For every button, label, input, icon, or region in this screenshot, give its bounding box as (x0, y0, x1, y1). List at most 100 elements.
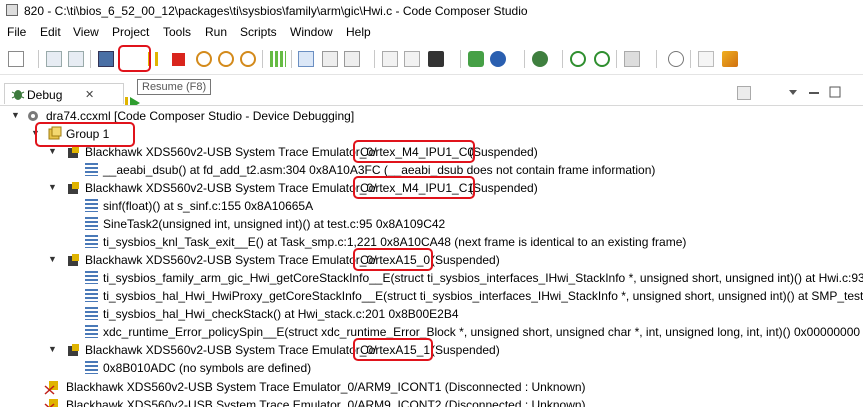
stack-frame-label: ti_sysbios_knl_Task_exit__E() at Task_sm… (103, 235, 687, 249)
stack-frame-label: __aeabi_dsub() at fd_add_t2.asm:304 0x8A… (103, 163, 656, 177)
toolbar-separator (690, 50, 691, 68)
menu-run[interactable]: Run (205, 25, 227, 39)
menu-project[interactable]: Project (112, 25, 149, 39)
external-tools-icon[interactable] (722, 51, 738, 67)
debug-tab[interactable]: Debug ✕ (4, 83, 124, 104)
debug-tab-label: Debug (27, 88, 63, 102)
stack-frame-row[interactable]: ti_sysbios_family_arm_gic_Hwi_getCoreSta… (0, 269, 863, 287)
expand-arrow-icon[interactable]: ▼ (48, 254, 57, 264)
stack-frame-icon (85, 271, 98, 284)
expand-arrow-icon[interactable]: ▼ (48, 182, 57, 192)
save-all-icon[interactable] (68, 51, 84, 67)
breakpoint-icon[interactable] (382, 51, 398, 67)
build-icon[interactable] (468, 51, 484, 67)
chip-icon[interactable] (428, 51, 444, 67)
cpu-suspended-icon (68, 344, 79, 356)
expand-arrow-icon[interactable]: ▼ (11, 110, 20, 120)
new-icon[interactable] (8, 51, 24, 67)
stack-frame-row[interactable]: ti_sysbios_hal_Hwi_HwiProxy_getCoreStack… (0, 287, 863, 305)
toolbar-separator (656, 50, 657, 68)
resume-button-highlight (118, 45, 151, 72)
core-state: (Suspended) (431, 343, 500, 357)
stack-frame-row[interactable]: ti_sysbios_knl_Task_exit__E() at Task_sm… (0, 233, 863, 251)
toolbar-separator (460, 50, 461, 68)
stack-frame-row[interactable]: sinf(float)() at s_sinf.c:155 0x8A10665A (0, 197, 863, 215)
maximize-icon[interactable] (828, 85, 842, 99)
pin-icon[interactable] (698, 51, 714, 67)
bug-icon (11, 90, 25, 100)
hw-breakpoint-icon[interactable] (404, 51, 420, 67)
core-state: (Suspended) (469, 181, 538, 195)
cpu-suspended-icon (68, 254, 79, 266)
skip-icon[interactable] (668, 51, 684, 67)
tools-icon[interactable] (624, 51, 640, 67)
stack-frame-row[interactable]: SineTask2(unsigned int, unsigned int)() … (0, 215, 863, 233)
toolbar-separator (291, 50, 292, 68)
step-return-icon[interactable] (240, 51, 256, 67)
memory-icon[interactable] (322, 51, 338, 67)
toolbar-separator (374, 50, 375, 68)
stack-frame-row[interactable]: ti_sysbios_hal_Hwi_checkStack() at Hwi_s… (0, 305, 863, 323)
toolbar-separator (562, 50, 563, 68)
step-over-icon[interactable] (218, 51, 234, 67)
terminate-icon[interactable] (172, 53, 185, 66)
core-highlight (353, 338, 433, 361)
toolbar-separator (90, 50, 91, 68)
step-into-icon[interactable] (196, 51, 212, 67)
expand-arrow-icon[interactable]: ▼ (48, 344, 57, 354)
disconnected-core-row[interactable]: Blackhawk XDS560v2-USB System Trace Emul… (0, 396, 863, 407)
expand-arrow-icon[interactable]: ▼ (48, 146, 57, 156)
minimize-icon[interactable] (807, 87, 821, 99)
menu-window[interactable]: Window (290, 25, 333, 39)
core-prefix: Blackhawk XDS560v2-USB System Trace Emul… (85, 181, 377, 195)
stack-frame-row[interactable]: 0x8B010ADC (no symbols are defined) (0, 359, 863, 377)
cpu-suspended-icon (68, 182, 79, 194)
core-state: (Suspended) (469, 145, 538, 159)
stack-frame-icon (85, 325, 98, 338)
core-highlight (353, 176, 475, 199)
stack-frame-icon (85, 163, 98, 176)
debug-launch-icon[interactable] (532, 51, 548, 67)
root-label: dra74.ccxml [Code Composer Studio - Devi… (46, 109, 355, 123)
menu-scripts[interactable]: Scripts (240, 25, 277, 39)
menu-help[interactable]: Help (346, 25, 371, 39)
view-menu-icon[interactable] (786, 87, 800, 99)
core-prefix: Blackhawk XDS560v2-USB System Trace Emul… (85, 253, 377, 267)
connect-target-icon[interactable] (298, 51, 314, 67)
menu-view[interactable]: View (73, 25, 99, 39)
disconnected-core-row[interactable]: Blackhawk XDS560v2-USB System Trace Emul… (0, 378, 863, 396)
app-icon (6, 4, 18, 16)
core-prefix: Blackhawk XDS560v2-USB System Trace Emul… (85, 145, 377, 159)
stack-frame-label: SineTask2(unsigned int, unsigned int)() … (103, 217, 446, 231)
reload-icon[interactable] (594, 51, 610, 67)
cpu-suspended-icon (68, 146, 79, 158)
stack-frame-row[interactable]: xdc_runtime_Error_policySpin__E(struct x… (0, 323, 863, 341)
remove-terminated-icon[interactable] (737, 86, 751, 100)
stack-frame-icon (85, 307, 98, 320)
title-bar: 820 - C:\ti\bios_6_52_00_12\packages\ti\… (0, 0, 863, 22)
debug-icon[interactable] (490, 51, 506, 67)
toolbar-separator (616, 50, 617, 68)
toolbar-separator (38, 50, 39, 68)
config-icon (28, 111, 38, 121)
toolbar-separator (524, 50, 525, 68)
stack-frame-icon (85, 199, 98, 212)
menu-file[interactable]: File (7, 25, 26, 39)
menu-tools[interactable]: Tools (163, 25, 191, 39)
refresh-icon[interactable] (570, 51, 586, 67)
console-icon[interactable] (98, 51, 114, 67)
load-program-icon[interactable] (344, 51, 360, 67)
stack-frame-icon (85, 289, 98, 302)
stack-frame-label: ti_sysbios_hal_Hwi_checkStack() at Hwi_s… (103, 307, 459, 321)
stack-frame-label: 0x8B010ADC (no symbols are defined) (103, 361, 312, 375)
close-icon[interactable]: ✕ (85, 88, 94, 101)
core-highlight (353, 248, 433, 271)
stack-frame-icon (85, 361, 98, 374)
core-highlight (353, 140, 475, 163)
registers-icon[interactable] (270, 51, 286, 67)
core-prefix: Blackhawk XDS560v2-USB System Trace Emul… (85, 343, 377, 357)
core-state: (Suspended) (431, 253, 500, 267)
menu-edit[interactable]: Edit (40, 25, 61, 39)
save-icon[interactable] (46, 51, 62, 67)
stack-frame-icon (85, 217, 98, 230)
